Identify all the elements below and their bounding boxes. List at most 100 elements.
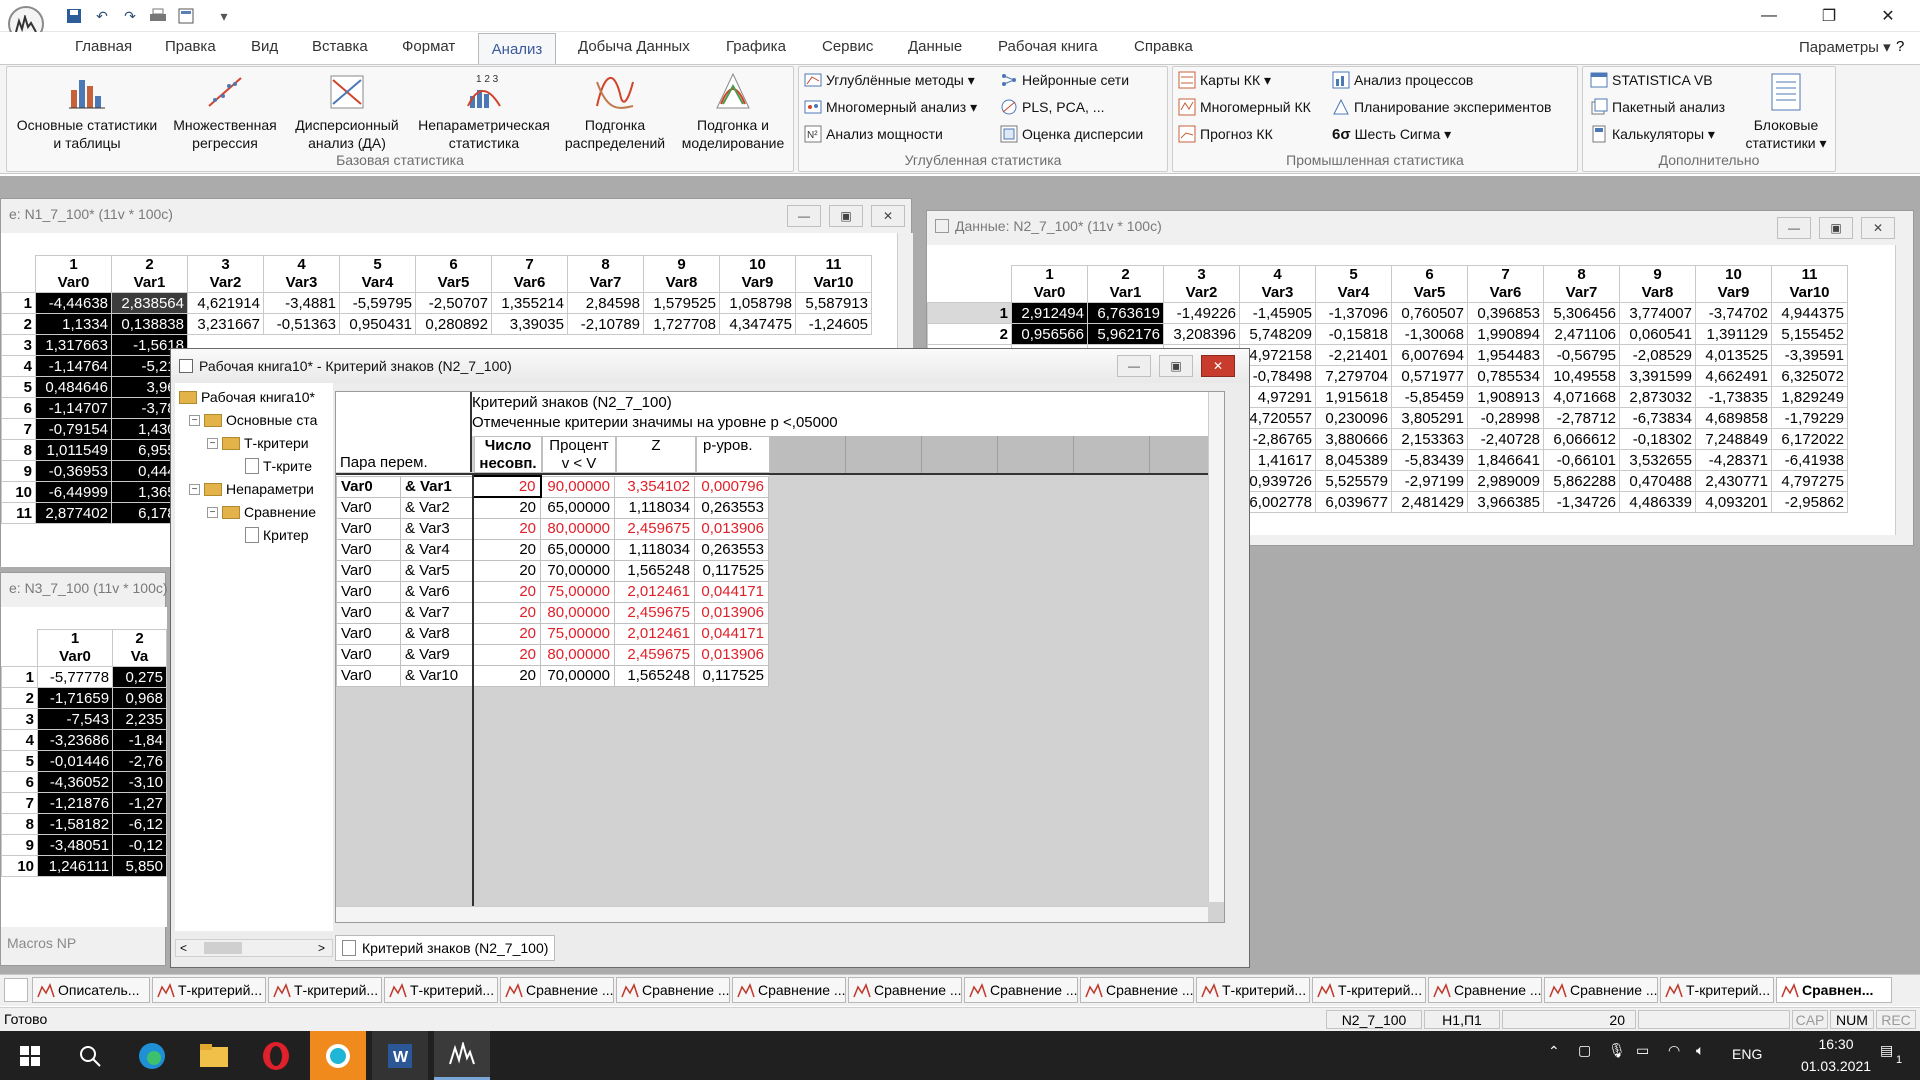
data-cell[interactable]: -2,50707 xyxy=(415,292,492,314)
restore-button[interactable]: ❐ xyxy=(1801,0,1857,32)
var-b-cell[interactable]: & Var9 xyxy=(400,643,473,666)
data-cell[interactable]: 0,060541 xyxy=(1619,323,1696,345)
z-cell[interactable]: 1,118034 xyxy=(614,538,695,561)
percent-cell[interactable]: 80,00000 xyxy=(540,517,615,540)
column-header[interactable]: 5 Var4 xyxy=(339,255,416,293)
window-maximize-button[interactable]: ▣ xyxy=(829,205,863,227)
mismatch-cell[interactable]: 20 xyxy=(471,475,542,498)
mismatch-cell[interactable]: 20 xyxy=(472,538,541,561)
data-cell[interactable]: 4,944375 xyxy=(1771,302,1848,324)
data-cell[interactable]: 4,797275 xyxy=(1771,470,1848,492)
pvalue-cell[interactable]: 0,117525 xyxy=(694,664,769,687)
tray-battery-icon[interactable]: ▭ xyxy=(1636,1042,1649,1059)
z-cell[interactable]: 2,459675 xyxy=(614,517,695,540)
data-cell[interactable]: -2,78712 xyxy=(1543,407,1620,429)
row-header[interactable]: 5 xyxy=(1,376,36,398)
row-header[interactable]: 1 xyxy=(927,302,1012,324)
print-icon[interactable] xyxy=(148,6,168,26)
collapse-icon[interactable]: − xyxy=(189,483,200,495)
column-header[interactable]: 11 Var10 xyxy=(1771,265,1848,303)
power-analysis-button[interactable]: N² Анализ мощности xyxy=(804,122,943,146)
data-cell[interactable]: 1,41617 xyxy=(1239,449,1316,471)
var-b-cell[interactable]: & Var6 xyxy=(400,580,473,603)
percent-cell[interactable]: 65,00000 xyxy=(540,496,615,519)
data-cell[interactable]: 5,850 xyxy=(112,855,167,877)
layout-icon[interactable] xyxy=(176,6,196,26)
data-cell[interactable]: 4,093201 xyxy=(1695,491,1772,513)
column-header[interactable]: 11 Var10 xyxy=(795,255,872,293)
redo-icon[interactable]: ↷ xyxy=(120,6,140,26)
data-cell[interactable]: -4,28371 xyxy=(1695,449,1772,471)
data-cell[interactable]: 2,989009 xyxy=(1467,470,1544,492)
data-cell[interactable]: 2,481429 xyxy=(1391,491,1468,513)
column-header[interactable]: 5 Var4 xyxy=(1315,265,1392,303)
window-tab[interactable]: Сравнение ... xyxy=(616,977,730,1003)
row-header[interactable]: 2 xyxy=(927,323,1012,345)
explorer-taskbar-button[interactable] xyxy=(186,1031,242,1080)
mismatch-cell[interactable]: 20 xyxy=(472,622,541,645)
data-cell[interactable]: 4,97291 xyxy=(1239,386,1316,408)
data-cell[interactable]: 0,470488 xyxy=(1619,470,1696,492)
data-cell[interactable]: -0,28998 xyxy=(1467,407,1544,429)
six-sigma-button[interactable]: 6σ Шесть Сигма ▾ xyxy=(1332,122,1451,146)
app-taskbar-button[interactable] xyxy=(310,1031,366,1080)
data-cell[interactable]: 2,471106 xyxy=(1543,323,1620,345)
data-cell[interactable]: 0,785534 xyxy=(1467,365,1544,387)
row-header[interactable]: 8 xyxy=(1,439,36,461)
tray-chevron-icon[interactable]: ⌃ xyxy=(1548,1043,1560,1060)
data-cell[interactable]: -1,27 xyxy=(112,792,167,814)
data-cell[interactable]: 2,235 xyxy=(112,708,167,730)
tab-insert[interactable]: Вставка xyxy=(312,38,368,60)
column-header[interactable]: 2 Var1 xyxy=(1087,265,1164,303)
window-tab[interactable]: Сравнение ... xyxy=(1544,977,1658,1003)
tab-analysis[interactable]: Анализ xyxy=(478,33,556,65)
data-cell[interactable]: -1,21876 xyxy=(37,792,114,814)
scroll-left-icon[interactable]: < xyxy=(180,941,187,955)
data-cell[interactable]: 8,045389 xyxy=(1315,449,1392,471)
pvalue-cell[interactable]: 0,013906 xyxy=(694,517,769,540)
scroll-right-icon[interactable]: > xyxy=(318,941,325,955)
save-icon[interactable] xyxy=(64,6,84,26)
mismatch-cell[interactable]: 20 xyxy=(472,559,541,582)
tree-node-workbook[interactable]: Рабочая книга10* xyxy=(179,389,315,405)
data-cell[interactable]: 1,908913 xyxy=(1467,386,1544,408)
row-header[interactable]: 10 xyxy=(1,855,39,877)
notifications-icon[interactable]: ▤ xyxy=(1880,1042,1893,1059)
mismatch-cell[interactable]: 20 xyxy=(472,601,541,624)
row-header[interactable]: 1 xyxy=(1,292,36,314)
data-cell[interactable]: 6,325072 xyxy=(1771,365,1848,387)
data-cell[interactable]: 0,280892 xyxy=(415,313,492,335)
data-cell[interactable]: 6,039677 xyxy=(1315,491,1392,513)
row-header[interactable]: 7 xyxy=(1,418,36,440)
var-a-cell[interactable]: Var0 xyxy=(336,664,401,687)
data-cell[interactable]: 2,873032 xyxy=(1619,386,1696,408)
row-header[interactable]: 4 xyxy=(1,355,36,377)
data-cell[interactable]: -2,95862 xyxy=(1771,491,1848,513)
tab-format[interactable]: Формат xyxy=(402,38,455,60)
data-cell[interactable]: 4,689858 xyxy=(1695,407,1772,429)
tab-home[interactable]: Главная xyxy=(75,38,132,60)
neural-nets-button[interactable]: Нейронные сети xyxy=(1000,68,1129,92)
row-header[interactable]: 2 xyxy=(1,687,39,709)
fit-modeling-button[interactable]: Подгонка и моделирование xyxy=(674,70,792,154)
window-tab[interactable]: Описатель... xyxy=(32,977,150,1003)
tree-node-sign-test[interactable]: Критер xyxy=(245,527,309,543)
column-header[interactable]: 1 Var0 xyxy=(37,629,114,667)
data-cell[interactable]: 2,838564 xyxy=(111,292,188,314)
data-cell[interactable]: 4,347475 xyxy=(719,313,796,335)
data-cell[interactable]: -1,45905 xyxy=(1239,302,1316,324)
window-tab[interactable]: Сравнение ... xyxy=(964,977,1078,1003)
z-cell[interactable]: 2,459675 xyxy=(614,643,695,666)
collapse-icon[interactable]: − xyxy=(189,414,200,426)
collapse-icon[interactable]: − xyxy=(207,437,218,449)
column-header[interactable]: 8 Var7 xyxy=(567,255,644,293)
window-maximize-button[interactable]: ▣ xyxy=(1819,217,1853,239)
window-tab[interactable]: Т-критерий... xyxy=(1660,977,1774,1003)
data-cell[interactable]: -2,76 xyxy=(112,750,167,772)
data-cell[interactable]: 2,877402 xyxy=(35,502,112,524)
tab-workbook[interactable]: Рабочая книга xyxy=(998,38,1098,60)
var-a-cell[interactable]: Var0 xyxy=(336,538,401,561)
var-a-cell[interactable]: Var0 xyxy=(336,517,401,540)
var-a-cell[interactable]: Var0 xyxy=(336,559,401,582)
data-cell[interactable]: 0,956566 xyxy=(1011,323,1088,345)
